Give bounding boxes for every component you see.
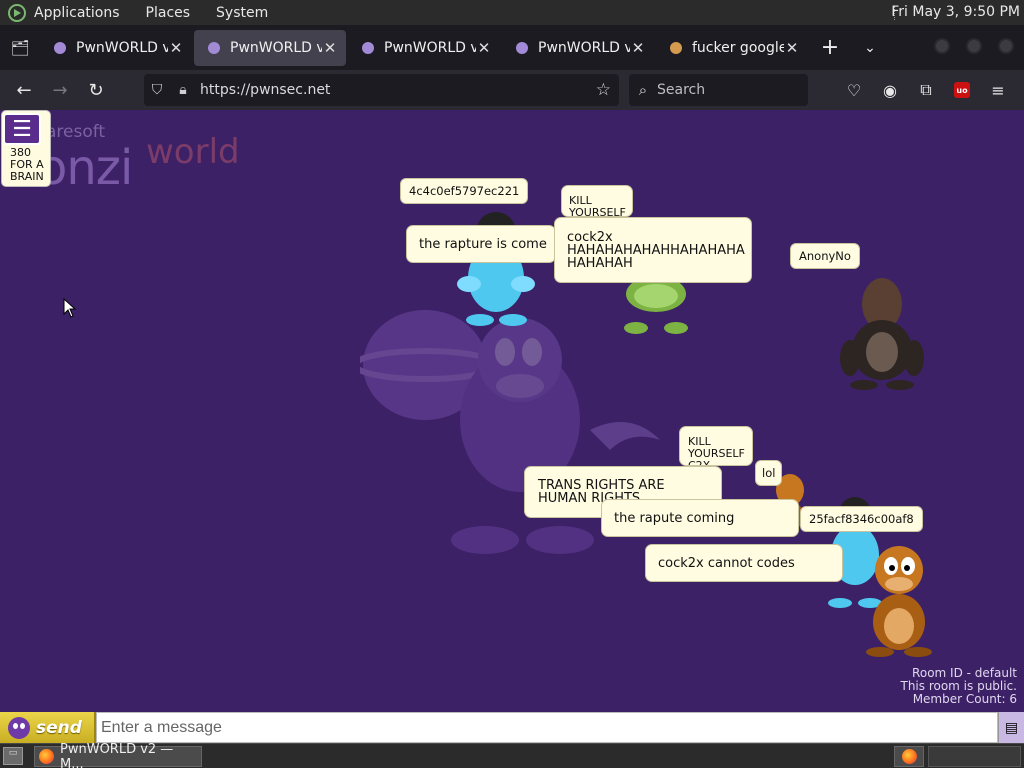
tab-3[interactable]: PwnWORLD v2 ✕ (348, 30, 500, 66)
logo-bonzisoft: aresoft (46, 122, 106, 142)
dark-gorilla-avatar[interactable] (838, 272, 926, 390)
firefox-icon (901, 749, 917, 764)
speech-bubble: the rapute coming (601, 499, 799, 537)
account-icon[interactable]: ◉ (872, 74, 908, 106)
send-label: send (36, 717, 82, 738)
bonzi-face-icon (8, 716, 30, 739)
speech-bubble: cock2x HAHAHAHAHAHHAHAHAHA HAHAHAH (554, 217, 752, 283)
clock[interactable]: Fri May 3, 9:50 PM (891, 4, 1020, 20)
user-nametag: 25facf8346c00af8 (800, 506, 923, 532)
close-icon[interactable]: ✕ (476, 39, 492, 57)
green-bonzi-avatar[interactable] (614, 278, 698, 336)
new-tab-plus-icon[interactable]: + (810, 35, 850, 60)
firefox-icon (39, 749, 54, 764)
url-bar[interactable]: ⛉ 🔒︎ https://pwnsec.net ☆ (144, 74, 619, 106)
os-taskbar: ▭ PwnWORLD v2 — M... (0, 742, 1024, 768)
tab-title: PwnWORLD v2 (538, 39, 630, 56)
side-note-line: BRAIN (10, 170, 44, 183)
speech-bubble: the rapture is come (406, 225, 556, 263)
tab-2[interactable]: PwnWORLD v2 ✕ (194, 29, 346, 66)
tab-1[interactable]: PwnWORLD v2 ✕ (40, 30, 192, 66)
tab-title: PwnWORLD v2 (384, 39, 476, 56)
back-arrow-icon[interactable]: ← (6, 74, 42, 106)
room-info: Room ID - default This room is public. M… (900, 667, 1017, 706)
forward-arrow-icon[interactable]: → (42, 74, 78, 106)
tab-title: fucker googler - (692, 39, 784, 56)
browser-tab-strip: 🗂 PwnWORLD v2 ✕ PwnWORLD v2 ✕ PwnWORLD v… (0, 25, 1024, 70)
tab-title: PwnWORLD v2 (230, 39, 322, 56)
close-icon[interactable]: ✕ (322, 39, 338, 57)
speech-bubble: KILL YOURSELF C2X (679, 426, 753, 466)
menu-places[interactable]: Places (146, 5, 191, 21)
close-icon[interactable]: ✕ (168, 39, 184, 57)
url-text[interactable]: https://pwnsec.net (200, 82, 330, 98)
bonzi-favicon-icon (208, 41, 220, 54)
toolbar-icons: ♡ ◉ ⧉ uo ≡ (836, 74, 1016, 106)
monkey-favicon-icon (670, 41, 682, 54)
ublock-icon[interactable]: uo (944, 74, 980, 106)
os-logo-icon[interactable] (8, 3, 26, 22)
close-window-button[interactable] (998, 38, 1014, 54)
user-nametag: 4c4c0ef5797ec221 (400, 178, 529, 204)
bonzi-favicon-icon (516, 41, 528, 54)
menu-applications[interactable]: Applications (34, 5, 120, 21)
close-icon[interactable]: ✕ (630, 39, 646, 57)
tray-firefox-launcher[interactable] (894, 746, 924, 767)
tab-list-icon[interactable]: 🗂 (0, 25, 40, 70)
menu-system[interactable]: System (216, 5, 268, 21)
hamburger-menu-icon[interactable]: ≡ (980, 74, 1016, 106)
bonzi-favicon-icon (54, 41, 66, 54)
message-input[interactable]: Enter a message (96, 712, 998, 743)
close-icon[interactable]: ✕ (784, 39, 800, 57)
chevron-down-icon[interactable]: ⌄ (850, 40, 890, 56)
orange-monkey-avatar[interactable] (858, 542, 940, 658)
search-placeholder: Search (657, 82, 706, 98)
send-button[interactable]: send (0, 712, 96, 743)
workspace-switcher[interactable] (928, 746, 1021, 767)
logo-world: world (146, 132, 240, 172)
navigation-toolbar: ← → ↻ ⛉ 🔒︎ https://pwnsec.net ☆ ⌕ Search… (0, 70, 1024, 110)
chat-bar: send Enter a message ▤ (0, 712, 1024, 743)
reload-icon[interactable]: ↻ (78, 74, 114, 106)
emoji-picker-icon[interactable]: ▤ (998, 712, 1024, 743)
logo-bonzi: onzi (38, 140, 133, 196)
os-top-panel: Applications Places System Fri May 3, 9:… (0, 0, 1024, 25)
bonzi-favicon-icon (362, 41, 374, 54)
tab-4[interactable]: PwnWORLD v2 ✕ (502, 30, 654, 66)
tab-title: PwnWORLD v2 (76, 39, 168, 56)
search-icon: ⌕ (638, 81, 648, 99)
user-nametag: lol (755, 460, 783, 486)
speech-bubble: cock2x cannot codes (645, 544, 843, 582)
extensions-icon[interactable]: ⧉ (908, 74, 944, 106)
user-nametag: AnonyNo (790, 243, 860, 269)
taskbar-window-title: PwnWORLD v2 — M... (60, 741, 174, 768)
member-count-label: Member Count: 6 (912, 692, 1017, 706)
minimize-window-button[interactable] (934, 38, 950, 54)
lock-icon[interactable]: 🔒︎ (170, 82, 196, 98)
mouse-pointer-icon (63, 298, 77, 318)
chat-room-canvas: aresoft onzi world 380 FOR A BRAIN ☰ 4c4… (0, 110, 1024, 712)
shield-icon[interactable]: ⛉ (144, 82, 170, 98)
show-desktop-icon[interactable]: ▭ (3, 747, 23, 765)
bookmark-star-icon[interactable]: ☆ (596, 80, 611, 100)
search-input[interactable]: ⌕ Search (629, 74, 808, 106)
tab-5[interactable]: fucker googler - ✕ (656, 30, 808, 66)
hamburger-menu-button[interactable]: ☰ (3, 113, 41, 145)
speech-bubble: KILL YOURSELF (561, 185, 633, 217)
maximize-window-button[interactable] (966, 38, 982, 54)
taskbar-window-firefox[interactable]: PwnWORLD v2 — M... (34, 742, 202, 768)
pocket-icon[interactable]: ♡ (836, 74, 872, 106)
